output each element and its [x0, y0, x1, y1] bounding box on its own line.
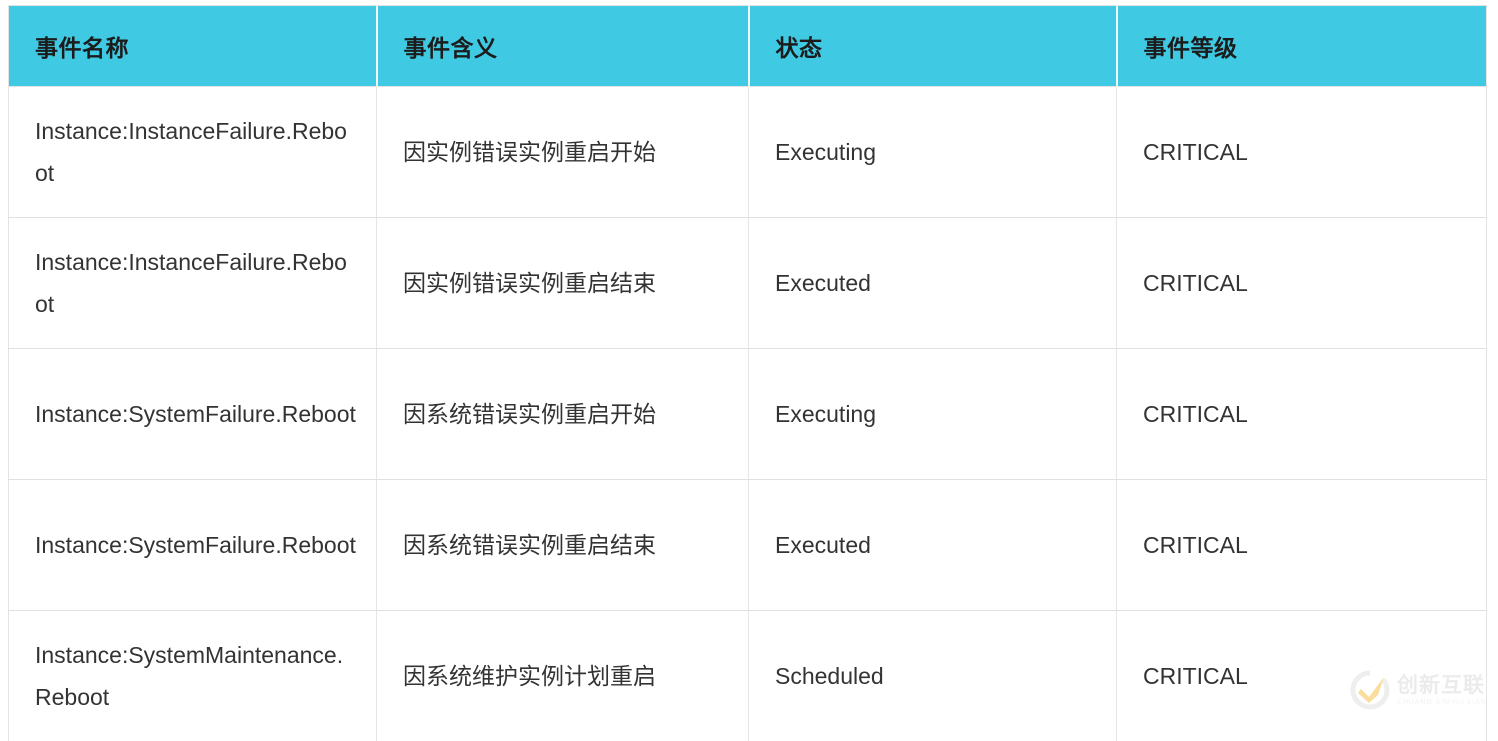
- event-table-page: 事件名称 事件含义 状态 事件等级 Instance:InstanceFailu…: [0, 0, 1498, 723]
- cell-event-name: Instance:SystemFailure.Reboot: [9, 480, 377, 611]
- table-row: Instance:InstanceFailure.Reboot 因实例错误实例重…: [9, 218, 1487, 349]
- cell-event-name: Instance:InstanceFailure.Reboot: [9, 218, 377, 349]
- cell-event-name: Instance:SystemFailure.Reboot: [9, 349, 377, 480]
- cell-status: Executed: [749, 480, 1117, 611]
- column-header-event-meaning[interactable]: 事件含义: [377, 6, 749, 87]
- table-body: Instance:InstanceFailure.Reboot 因实例错误实例重…: [9, 87, 1487, 741]
- table-row: Instance:InstanceFailure.Reboot 因实例错误实例重…: [9, 87, 1487, 218]
- event-table: 事件名称 事件含义 状态 事件等级 Instance:InstanceFailu…: [8, 5, 1487, 741]
- column-header-event-level[interactable]: 事件等级: [1117, 6, 1487, 87]
- cell-event-name: Instance:InstanceFailure.Reboot: [9, 87, 377, 218]
- cell-event-name: Instance:SystemMaintenance.Reboot: [9, 611, 377, 741]
- cell-status: Executing: [749, 349, 1117, 480]
- cell-event-level: CRITICAL: [1117, 611, 1487, 741]
- cell-event-level: CRITICAL: [1117, 349, 1487, 480]
- cell-event-meaning: 因系统维护实例计划重启: [377, 611, 749, 741]
- table-header: 事件名称 事件含义 状态 事件等级: [9, 6, 1487, 87]
- table-row: Instance:SystemFailure.Reboot 因系统错误实例重启开…: [9, 349, 1487, 480]
- table-row: Instance:SystemFailure.Reboot 因系统错误实例重启结…: [9, 480, 1487, 611]
- column-header-status[interactable]: 状态: [749, 6, 1117, 87]
- cell-status: Scheduled: [749, 611, 1117, 741]
- cell-event-level: CRITICAL: [1117, 87, 1487, 218]
- cell-event-level: CRITICAL: [1117, 480, 1487, 611]
- cell-event-meaning: 因实例错误实例重启结束: [377, 218, 749, 349]
- table-row: Instance:SystemMaintenance.Reboot 因系统维护实…: [9, 611, 1487, 741]
- cell-status: Executing: [749, 87, 1117, 218]
- table-header-row: 事件名称 事件含义 状态 事件等级: [9, 6, 1487, 87]
- cell-event-meaning: 因系统错误实例重启结束: [377, 480, 749, 611]
- cell-event-meaning: 因系统错误实例重启开始: [377, 349, 749, 480]
- cell-event-level: CRITICAL: [1117, 218, 1487, 349]
- cell-event-meaning: 因实例错误实例重启开始: [377, 87, 749, 218]
- column-header-event-name[interactable]: 事件名称: [9, 6, 377, 87]
- cell-status: Executed: [749, 218, 1117, 349]
